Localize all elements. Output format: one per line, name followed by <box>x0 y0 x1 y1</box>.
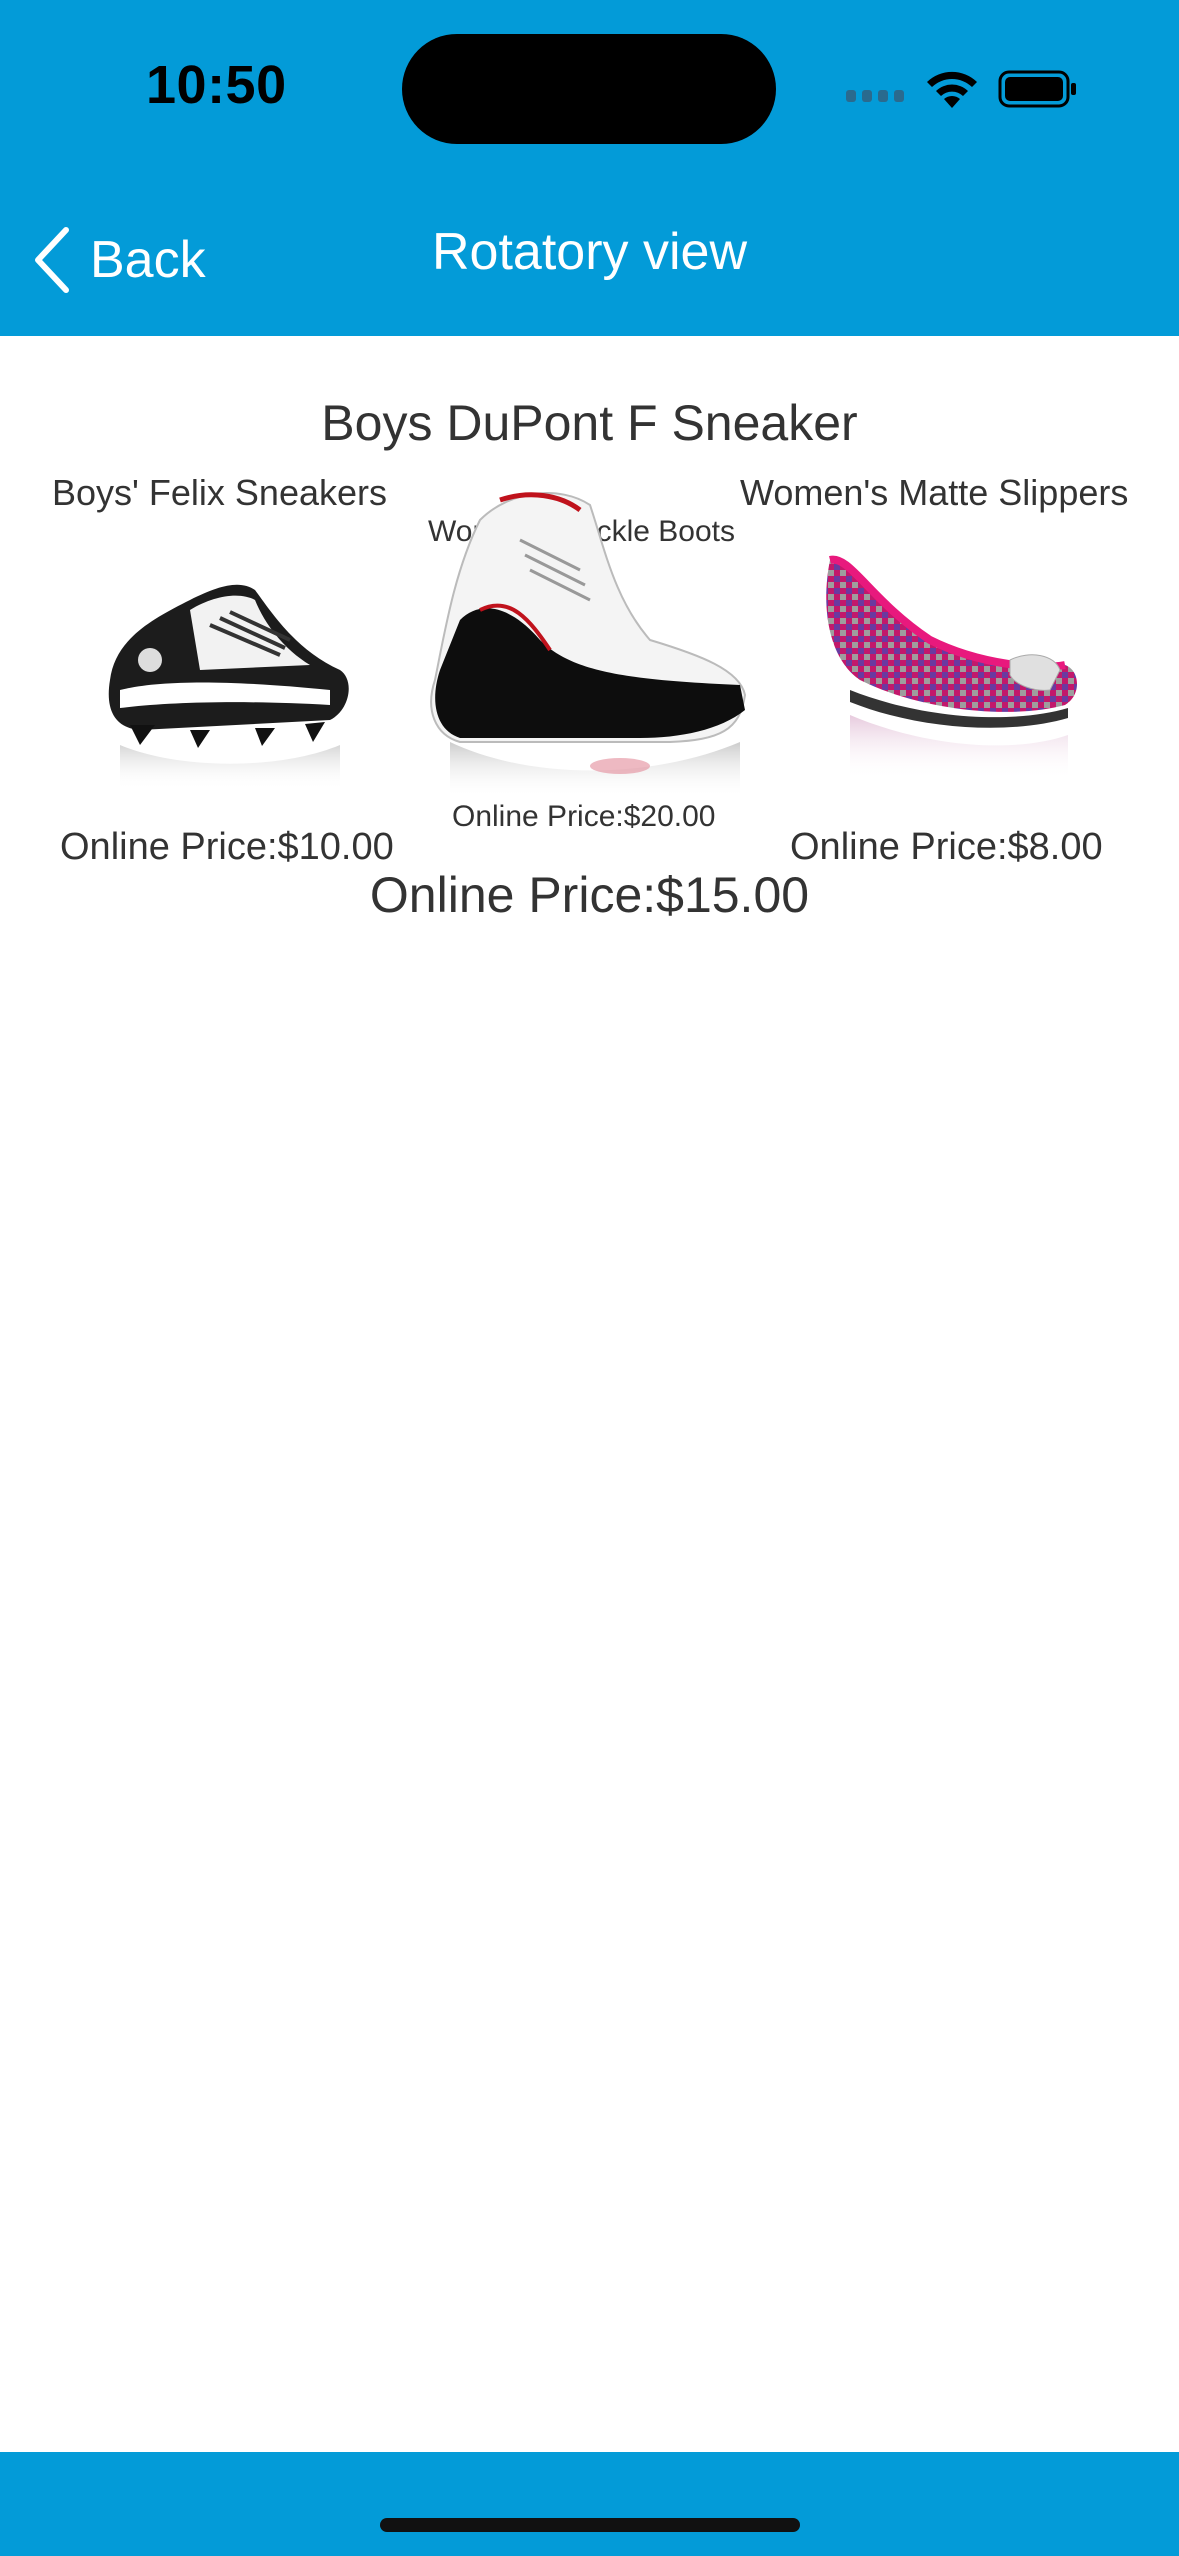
left-product-image[interactable] <box>80 530 370 800</box>
bottom-bar <box>0 2452 1179 2556</box>
center-product-image[interactable] <box>420 480 760 800</box>
right-product-price: Online Price:$8.00 <box>790 826 1103 868</box>
status-time: 10:50 <box>146 55 287 115</box>
selected-product-title: Boys DuPont F Sneaker <box>321 395 858 451</box>
center-product-price: Online Price:$20.00 <box>452 800 716 833</box>
cellular-signal-icon <box>846 90 906 104</box>
left-product-price: Online Price:$10.00 <box>60 826 394 868</box>
left-product-title: Boys' Felix Sneakers <box>52 472 388 513</box>
wifi-icon <box>924 68 980 110</box>
right-product-image[interactable] <box>810 540 1090 780</box>
selected-product-price: Online Price:$15.00 <box>369 867 810 923</box>
battery-icon <box>998 70 1078 108</box>
dynamic-island <box>402 34 776 144</box>
right-product-title: Women's Matte Slippers <box>740 472 1129 513</box>
home-indicator[interactable] <box>380 2518 800 2532</box>
page-title: Rotatory view <box>432 223 747 281</box>
